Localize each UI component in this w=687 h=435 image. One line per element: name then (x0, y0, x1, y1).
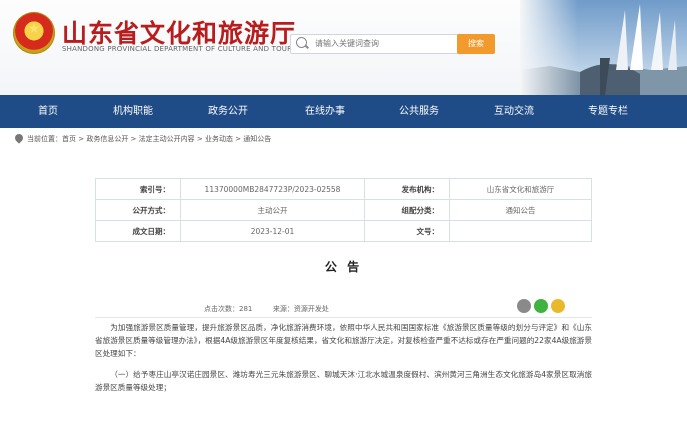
search-box (290, 34, 460, 54)
nav-item-interaction[interactable]: 互动交流 (474, 95, 554, 128)
search-input[interactable] (315, 36, 453, 51)
breadcrumb: 当前位置：首页 > 政务信息公开 > 法定主动公开内容 > 业务动态 > 通知公… (13, 132, 271, 144)
meta-value-open-method: 主动公开 (180, 199, 365, 221)
meta-value-category: 通知公告 (449, 199, 592, 221)
source-label: 来源： (272, 305, 294, 313)
header-scenery-image (520, 0, 687, 95)
nav-item-public-service[interactable]: 公共服务 (379, 95, 459, 128)
meta-label: 公开方式： (95, 199, 181, 221)
search-icon (296, 37, 307, 48)
nav-item-gov-affairs[interactable]: 政务公开 (188, 95, 268, 128)
meta-label: 成文日期： (95, 220, 181, 242)
wechat-icon[interactable] (534, 299, 548, 313)
site-header: ★ 山东省文化和旅游厅 SHANDONG PROVINCIAL DEPARTME… (0, 0, 687, 95)
meta-value-index: 11370000MB2847723P/2023-02558 (180, 178, 365, 200)
qzone-icon[interactable] (551, 299, 565, 313)
divider (95, 317, 592, 318)
views-count: 281 (239, 305, 253, 313)
main-nav: 首页 机构职能 政务公开 在线办事 公共服务 互动交流 专题专栏 (0, 95, 687, 128)
meta-value-doc-no (449, 220, 592, 242)
document-meta-table: 索引号： 11370000MB2847723P/2023-02558 发布机构：… (95, 178, 592, 242)
views-label: 点击次数： (204, 305, 239, 313)
article-title: 公 告 (324, 260, 363, 274)
share-bar (517, 298, 568, 317)
nav-item-special-topics[interactable]: 专题专栏 (568, 95, 648, 128)
nav-item-functions[interactable]: 机构职能 (93, 95, 173, 128)
eye-icon[interactable] (517, 299, 531, 313)
nav-item-home[interactable]: 首页 (8, 95, 88, 128)
meta-value-date: 2023-12-01 (180, 220, 365, 242)
meta-value-publisher: 山东省文化和旅游厅 (449, 178, 592, 200)
source-value: 资源开发处 (293, 305, 329, 313)
search-button[interactable]: 搜索 (457, 34, 495, 54)
article-paragraph: （一）给予枣庄山亭汉诺庄园景区、潍坊寿光三元朱旅游景区、聊城天沐·江北水城温泉度… (95, 370, 592, 392)
meta-label: 发布机构： (364, 178, 450, 200)
meta-label: 组配分类： (364, 199, 450, 221)
article-paragraph: 为加强旅游景区质量管理，提升旅游景区品质，净化旅游消费环境，依照中华人民共和国国… (95, 323, 592, 358)
article-stats: 点击次数：281 来源：资源开发处 (204, 304, 329, 314)
article-body: 为加强旅游景区质量管理，提升旅游景区品质，净化旅游消费环境，依照中华人民共和国国… (95, 321, 592, 402)
meta-label: 索引号： (95, 178, 181, 200)
site-subtitle: SHANDONG PROVINCIAL DEPARTMENT OF CULTUR… (62, 45, 306, 53)
nav-item-online-service[interactable]: 在线办事 (285, 95, 365, 128)
meta-label: 文号： (364, 220, 450, 242)
breadcrumb-text[interactable]: 当前位置：首页 > 政务信息公开 > 法定主动公开内容 > 业务动态 > 通知公… (27, 135, 271, 143)
emblem-icon: ★ (13, 12, 55, 54)
location-icon (13, 132, 25, 144)
